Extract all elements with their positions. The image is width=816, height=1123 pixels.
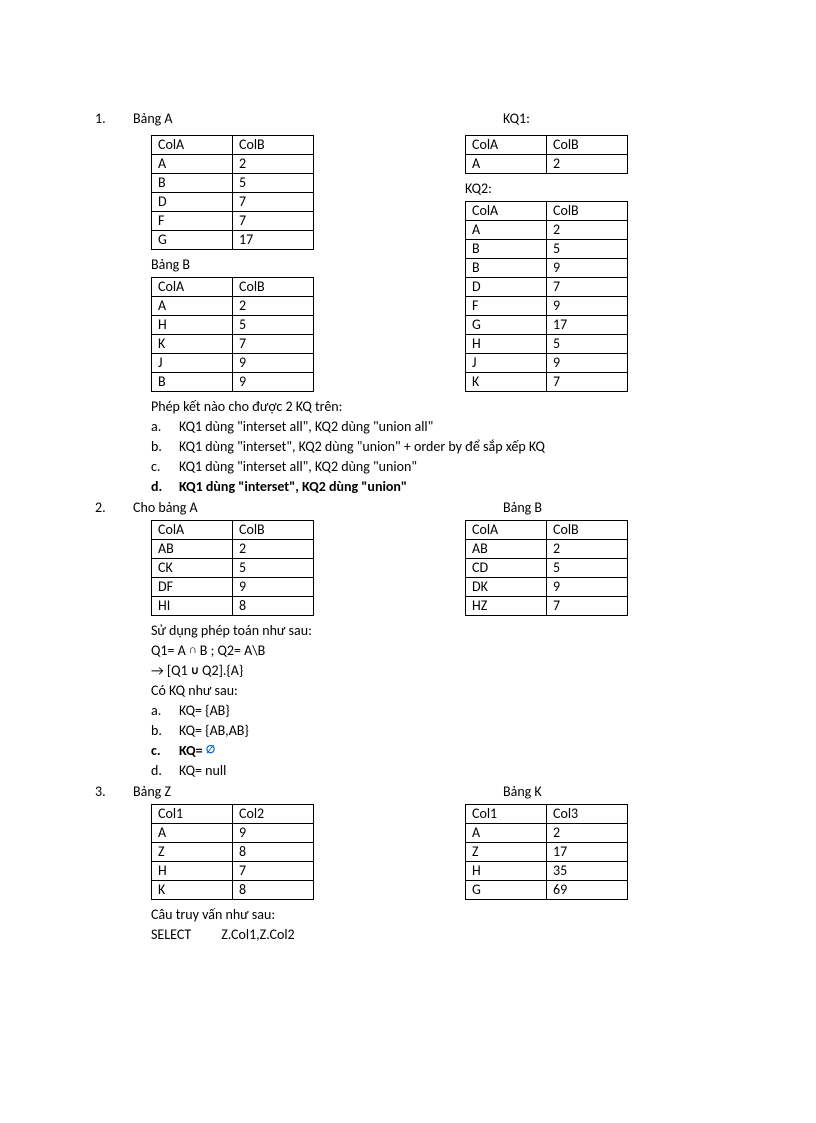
- q2-math2: → [Q1 ∪ Q2].{A}: [151, 662, 721, 679]
- q1-heading-kq1: KQ1:: [503, 110, 721, 127]
- q1-table-b: ColAColB A2 H5 K7 J9 B9: [151, 277, 314, 392]
- document-page: 1. Bảng A KQ1: ColAColB A2 B5 D7 F7: [0, 0, 816, 993]
- q1-table-kq2: ColAColB A2 B5 B9 D7 F9 G17 H5 J9 K7: [465, 201, 628, 392]
- q1-heading-a: Bảng A: [133, 110, 503, 127]
- q3-heading-k: Bảng K: [503, 783, 721, 800]
- q2-options: a.KQ= {AB} b.KQ= {AB,AB} c.KQ= ∅ d.KQ= n…: [151, 702, 721, 779]
- q2-desc1: Sử dụng phép toán như sau:: [151, 622, 721, 639]
- question-3: 3. Bảng Z Bảng K: [95, 783, 721, 800]
- q2-heading-a: Cho bảng A: [133, 499, 503, 516]
- q3-heading-z: Bảng Z: [133, 783, 503, 800]
- q1-heading-kq2: KQ2:: [465, 180, 721, 197]
- q1-opt-d: KQ1 dùng "interset", KQ2 dùng "union": [179, 478, 407, 495]
- q2-opt-d: KQ= null: [179, 762, 226, 779]
- q1-table-a: ColAColB A2 B5 D7 F7 G17: [151, 135, 314, 250]
- q3-table-z: Col1Col2 A9 Z8 H7 K8: [151, 804, 314, 900]
- q3-table-k: Col1Col3 A2 Z17 H35 G69: [465, 804, 628, 900]
- arrow-icon: →: [151, 662, 164, 679]
- union-icon: ∪: [191, 664, 199, 677]
- q3-sql: SELECTZ.Col1,Z.Col2: [151, 926, 721, 943]
- q1-opt-b: KQ1 dùng "interset", KQ2 dùng "union" + …: [179, 438, 545, 455]
- question-1: 1. Bảng A KQ1:: [95, 110, 721, 131]
- q2-math1: Q1= A ∩ B ; Q2= A\B: [151, 642, 721, 659]
- q3-desc1: Câu truy vấn như sau:: [151, 906, 721, 923]
- question-2: 2. Cho bảng A Bảng B: [95, 499, 721, 516]
- q2-heading-b: Bảng B: [503, 499, 721, 516]
- q1-heading-b: Bảng B: [151, 256, 465, 273]
- q2-opt-a: KQ= {AB}: [179, 702, 230, 719]
- q1-question-text: Phép kết nào cho được 2 KQ trên:: [151, 398, 721, 415]
- q2-desc2: Có KQ như sau:: [151, 682, 721, 699]
- q1-number: 1.: [95, 110, 133, 131]
- intersect-icon: ∩: [189, 643, 197, 656]
- q1-table-kq1: ColAColB A2: [465, 135, 628, 174]
- q2-number: 2.: [95, 499, 133, 516]
- q2-opt-b: KQ= {AB,AB}: [179, 722, 249, 739]
- emptyset-icon: ∅: [206, 743, 216, 756]
- q1-opt-a: KQ1 dùng "interset all", KQ2 dùng "union…: [179, 418, 433, 435]
- q2-opt-c: KQ= ∅: [179, 742, 215, 759]
- q3-number: 3.: [95, 783, 133, 800]
- q2-table-a: ColAColB AB2 CK5 DF9 HI8: [151, 520, 314, 616]
- q1-options: a.KQ1 dùng "interset all", KQ2 dùng "uni…: [151, 418, 721, 495]
- q1-opt-c: KQ1 dùng "interset all", KQ2 dùng "union…: [179, 458, 417, 475]
- q2-table-b: ColAColB AB2 CD5 DK9 HZ7: [465, 520, 628, 616]
